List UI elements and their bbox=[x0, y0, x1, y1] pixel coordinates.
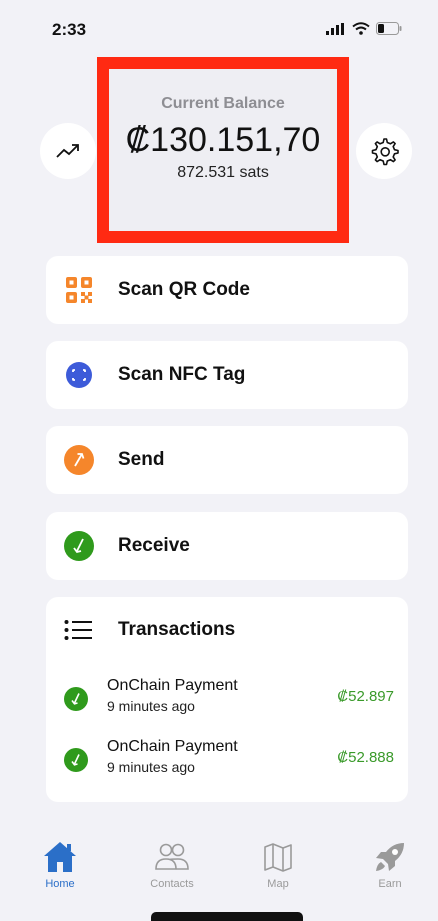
status-bar: 2:33 bbox=[0, 0, 438, 62]
home-icon bbox=[44, 842, 76, 872]
status-time: 2:33 bbox=[52, 20, 87, 39]
transactions-card[interactable]: Transactions OnChain Payment 9 minutes a… bbox=[46, 597, 408, 802]
transaction-amount: ₡52.888 bbox=[337, 749, 394, 766]
send-icon bbox=[64, 445, 94, 475]
tab-bar: Home Contacts Map Earn bbox=[0, 830, 438, 900]
tab-contacts[interactable]: Contacts bbox=[132, 840, 212, 890]
balance-header[interactable]: Current Balance ₡130.151,70 872.531 sats bbox=[97, 57, 349, 243]
qr-code-icon bbox=[64, 275, 94, 305]
tab-home-label: Home bbox=[45, 878, 75, 890]
transactions-title: Transactions bbox=[118, 619, 236, 640]
transaction-name: OnChain Payment bbox=[107, 677, 238, 694]
receive-icon bbox=[64, 687, 88, 711]
transaction-row[interactable]: OnChain Payment 9 minutes ago ₡52.888 bbox=[64, 738, 394, 782]
price-chart-button[interactable] bbox=[40, 123, 96, 179]
receive-icon bbox=[64, 748, 88, 772]
balance-value: ₡130.151,70 bbox=[125, 121, 321, 159]
transaction-time: 9 minutes ago bbox=[107, 759, 195, 775]
scan-qr-button[interactable]: Scan QR Code bbox=[46, 256, 408, 324]
trending-up-icon bbox=[56, 144, 79, 158]
rocket-icon bbox=[376, 843, 404, 871]
tab-earn[interactable]: Earn bbox=[350, 840, 430, 890]
tab-map-label: Map bbox=[267, 878, 289, 890]
transaction-row[interactable]: OnChain Payment 9 minutes ago ₡52.897 bbox=[64, 677, 394, 721]
tab-home[interactable]: Home bbox=[20, 840, 100, 890]
transactions-header[interactable]: Transactions bbox=[64, 619, 235, 641]
battery-icon bbox=[376, 22, 402, 35]
send-label: Send bbox=[118, 449, 165, 470]
scan-nfc-label: Scan NFC Tag bbox=[118, 364, 246, 385]
list-icon bbox=[64, 620, 92, 640]
send-button[interactable]: Send bbox=[46, 426, 408, 494]
tab-contacts-label: Contacts bbox=[150, 878, 194, 890]
balance-sats: 872.531 sats bbox=[177, 164, 269, 181]
tab-map[interactable]: Map bbox=[238, 840, 318, 890]
transaction-name: OnChain Payment bbox=[107, 738, 238, 755]
nfc-icon bbox=[64, 360, 94, 390]
tab-earn-label: Earn bbox=[378, 878, 402, 890]
receive-icon bbox=[64, 531, 94, 561]
signal-icon bbox=[326, 22, 344, 35]
contacts-icon bbox=[155, 843, 189, 870]
settings-button[interactable] bbox=[356, 123, 412, 179]
scan-nfc-button[interactable]: Scan NFC Tag bbox=[46, 341, 408, 409]
receive-label: Receive bbox=[118, 535, 190, 556]
balance-label: Current Balance bbox=[161, 95, 285, 112]
scan-qr-label: Scan QR Code bbox=[118, 279, 250, 300]
transaction-time: 9 minutes ago bbox=[107, 698, 195, 714]
transaction-amount: ₡52.897 bbox=[337, 688, 394, 705]
receive-button[interactable]: Receive bbox=[46, 512, 408, 580]
gear-icon bbox=[371, 138, 399, 166]
home-indicator bbox=[151, 912, 303, 921]
wifi-icon bbox=[352, 22, 370, 35]
status-icons bbox=[326, 22, 402, 35]
map-icon bbox=[264, 843, 292, 872]
